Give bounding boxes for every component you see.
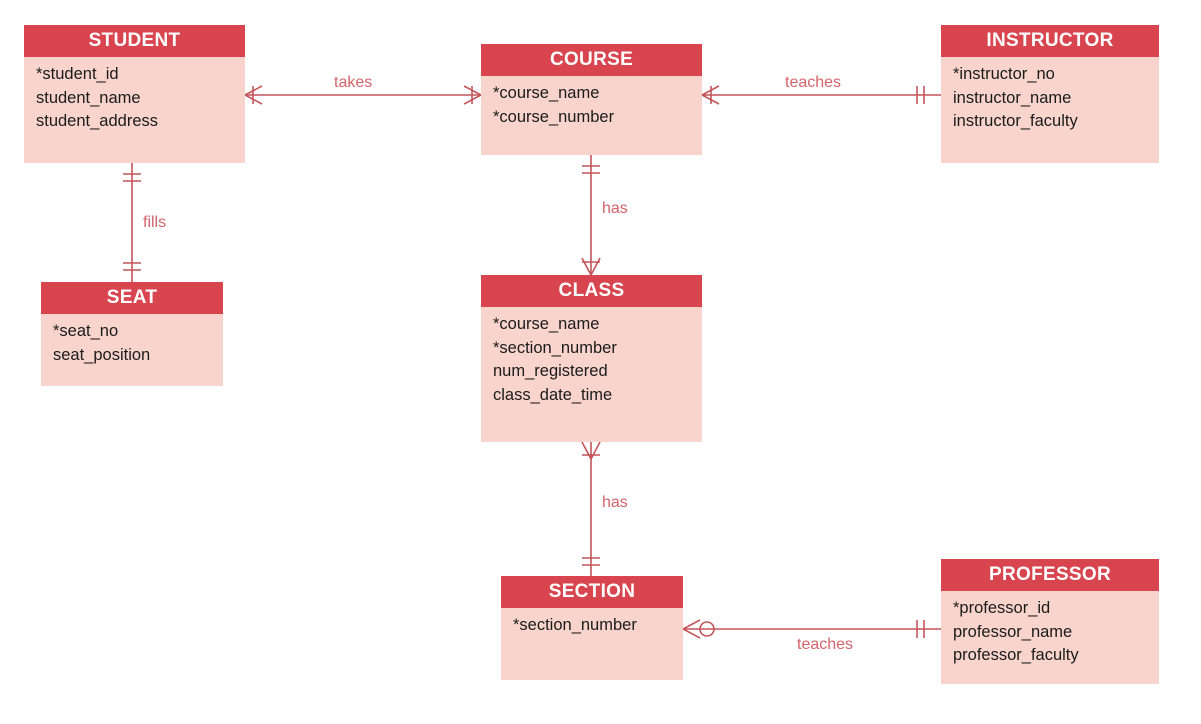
attribute: num_registered	[493, 362, 608, 380]
attribute: instructor_faculty	[953, 112, 1078, 130]
attribute: *course_number	[493, 107, 615, 126]
entity-class-attributes: *course_name *section_number num_registe…	[481, 307, 702, 413]
entity-class-title: CLASS	[481, 275, 702, 307]
entity-professor-title: PROFESSOR	[941, 559, 1159, 591]
attribute: student_name	[36, 88, 141, 107]
attribute: *instructor_no	[953, 65, 1055, 83]
entity-professor-attributes: *professor_id professor_name professor_f…	[941, 591, 1159, 674]
entity-professor[interactable]: PROFESSOR *professor_id professor_name p…	[941, 559, 1159, 684]
connector-class-has-section	[581, 441, 601, 576]
attribute: *seat_no	[53, 322, 119, 340]
attribute: *student_id	[36, 65, 119, 83]
connector-course-has-class	[581, 155, 601, 277]
attribute: *course_name	[493, 84, 600, 102]
attribute: student_address	[36, 112, 159, 130]
relationship-label-fills: fills	[143, 214, 167, 231]
er-diagram-canvas: STUDENT *student_id student_name student…	[0, 0, 1201, 724]
relationship-label-teaches-professor: teaches	[797, 636, 854, 653]
entity-section-title: SECTION	[501, 576, 683, 608]
relationship-label-has-class: has	[602, 200, 628, 217]
entity-seat-title: SEAT	[41, 282, 223, 314]
attribute: professor_name	[953, 622, 1073, 641]
entity-instructor[interactable]: INSTRUCTOR *instructor_no instructor_nam…	[941, 25, 1159, 163]
attribute: *course_name	[493, 315, 600, 333]
entity-student[interactable]: STUDENT *student_id student_name student…	[24, 25, 245, 163]
attribute: seat_position	[53, 345, 151, 364]
entity-section[interactable]: SECTION *section_number	[501, 576, 683, 680]
attribute: professor_faculty	[953, 646, 1079, 664]
entity-student-title: STUDENT	[24, 25, 245, 57]
entity-seat-attributes: *seat_no seat_position	[41, 314, 223, 373]
connector-student-fills-seat	[123, 163, 141, 282]
relationship-label-takes: takes	[334, 74, 373, 91]
attribute: instructor_name	[953, 88, 1072, 107]
attribute: *professor_id	[953, 599, 1051, 617]
entity-course-title: COURSE	[481, 44, 702, 76]
attribute: *section_number	[493, 338, 617, 357]
entity-course[interactable]: COURSE *course_name *course_number	[481, 44, 702, 155]
entity-seat[interactable]: SEAT *seat_no seat_position	[41, 282, 223, 386]
attribute: class_date_time	[493, 385, 613, 404]
entity-student-attributes: *student_id student_name student_address	[24, 57, 245, 140]
relationship-label-has-section: has	[602, 494, 628, 511]
relationship-label-teaches-instructor: teaches	[785, 74, 842, 91]
entity-instructor-title: INSTRUCTOR	[941, 25, 1159, 57]
entity-instructor-attributes: *instructor_no instructor_name instructo…	[941, 57, 1159, 140]
entity-course-attributes: *course_name *course_number	[481, 76, 702, 135]
attribute: *section_number	[513, 616, 637, 634]
entity-section-attributes: *section_number	[501, 608, 683, 644]
entity-class[interactable]: CLASS *course_name *section_number num_r…	[481, 275, 702, 442]
